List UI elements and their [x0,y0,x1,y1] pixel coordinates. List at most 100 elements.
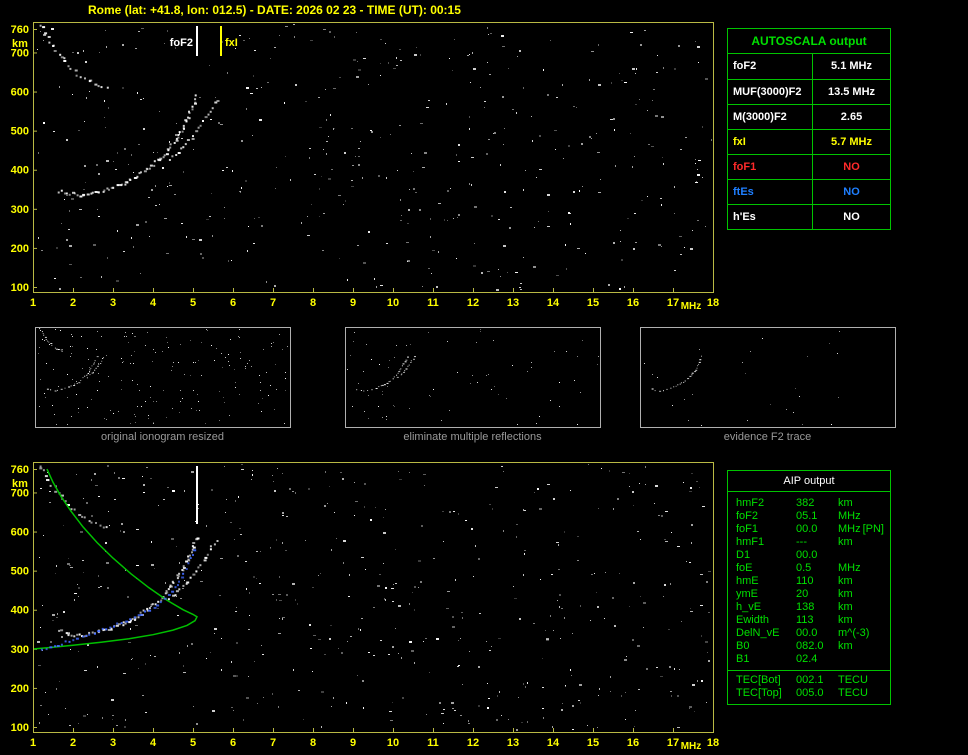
svg-text:8: 8 [310,297,316,309]
aip-tec-rows: TEC[Bot]002.1TECUTEC[Top]005.0TECU [728,670,890,704]
svg-text:600: 600 [11,527,29,539]
svg-text:9: 9 [350,297,356,309]
svg-text:fxI: fxI [225,37,238,49]
svg-text:100: 100 [11,722,29,734]
svg-text:200: 200 [11,683,29,695]
svg-text:13: 13 [507,297,519,309]
svg-text:8: 8 [310,737,316,749]
svg-text:1: 1 [30,737,36,749]
svg-text:5: 5 [190,737,196,749]
svg-text:16: 16 [627,297,639,309]
aip-row-value: 138 [796,601,838,614]
svg-text:17: 17 [667,297,679,309]
aip-row-unit: MHz [838,562,890,575]
aip-row-hme: hmE110km [728,575,890,588]
autoscala-row-muf-3000-f2: MUF(3000)F213.5 MHz [728,79,890,104]
svg-text:3: 3 [110,737,116,749]
autoscala-row-value: 5.1 MHz [813,54,890,79]
aip-row-unit: TECU [838,687,890,700]
aip-row-hmf2: hmF2382km [728,497,890,510]
autoscala-output-rows: foF25.1 MHzMUF(3000)F213.5 MHzM(3000)F22… [728,54,890,229]
svg-text:600: 600 [11,87,29,99]
restored-f2-trace [41,549,196,650]
svg-text:km: km [12,478,28,490]
svg-text:14: 14 [547,737,560,749]
svg-text:200: 200 [11,243,29,255]
autoscala-row-h-es: h'EsNO [728,204,890,229]
aip-row-b0: B0082.0km [728,640,890,653]
multiple-reflection-trace [40,25,109,89]
aip-row-label: foF1 [736,523,796,536]
svg-text:2: 2 [70,737,76,749]
ionogram-axes-top: 123456789101112131415161718MHz7607006005… [11,23,719,313]
autoscala-row-label: foF2 [728,54,813,79]
svg-text:15: 15 [587,737,599,749]
f2-extraordinary-trace [169,100,220,161]
aip-row-note: [PN] [863,523,890,536]
svg-text:16: 16 [627,737,639,749]
aip-row-tec-top: TEC[Top]005.0TECU [728,687,890,700]
autoscala-row-label: MUF(3000)F2 [728,80,813,104]
aip-row-unit: km [838,536,890,549]
svg-text:9: 9 [350,737,356,749]
aip-row-ewidth: Ewidth113km [728,614,890,627]
autoscala-row-label: ftEs [728,180,813,204]
thumbnail-data-1 [38,328,288,425]
aip-row-h-ve: h_vE138km [728,601,890,614]
svg-text:14: 14 [547,297,560,309]
aip-row-label: hmF1 [736,536,796,549]
svg-text:5: 5 [190,297,196,309]
svg-text:7: 7 [270,737,276,749]
autoscala-row-value: 13.5 MHz [813,80,890,104]
aip-row-value: 00.0 [796,627,838,640]
autoscala-row-label: foF1 [728,155,813,179]
aip-row-unit [838,653,890,666]
autoscala-row-m-3000-f2: M(3000)F22.65 [728,104,890,129]
svg-text:km: km [12,38,28,50]
svg-text:4: 4 [150,737,157,749]
svg-text:760: 760 [11,24,29,36]
aip-row-value: 113 [796,614,838,627]
aip-output-panel: AIP output hmF2382kmfoF205.1MHzfoF100.0M… [727,470,891,705]
svg-text:500: 500 [11,126,29,138]
svg-text:12: 12 [467,297,479,309]
aip-row-foe: foE0.5MHz [728,562,890,575]
aip-row-label: ymE [736,588,796,601]
ionogram-data-top [37,24,713,291]
svg-text:7: 7 [270,297,276,309]
main-title: Rome (lat: +41.8, lon: 012.5) - DATE: 20… [88,3,461,17]
autoscala-row-label: M(3000)F2 [728,105,813,129]
svg-text:11: 11 [427,297,439,309]
aip-row-label: B1 [736,653,796,666]
autoscala-row-value: NO [813,205,890,229]
svg-text:10: 10 [387,737,399,749]
ionogram-data-bottom [31,464,711,731]
svg-text:6: 6 [230,737,236,749]
aip-row-value: 00.0 [796,549,838,562]
thumbnail-caption-1: original ionogram resized [35,431,290,443]
svg-text:10: 10 [387,297,399,309]
autoscala-row-label: h'Es [728,205,813,229]
aip-row-label: D1 [736,549,796,562]
svg-text:300: 300 [11,204,29,216]
svg-text:MHz: MHz [681,741,702,752]
aip-row-label: DelN_vE [736,627,796,640]
svg-text:3: 3 [110,297,116,309]
aip-row-value: 005.0 [796,687,838,700]
aip-row-value: 002.1 [796,674,838,687]
svg-text:2: 2 [70,297,76,309]
thumbnail-frame-2 [346,328,601,428]
autoscala-row-ftes: ftEsNO [728,179,890,204]
aip-row-tec-bot: TEC[Bot]002.1TECU [728,674,890,687]
aip-row-unit [838,549,890,562]
svg-text:15: 15 [587,297,599,309]
aip-row-unit: km [838,588,890,601]
aip-row-unit: km [838,614,890,627]
aip-row-value: 110 [796,575,838,588]
aip-row-unit: TECU [838,674,890,687]
autoscala-row-label: fxI [728,130,813,154]
svg-text:500: 500 [11,566,29,578]
aip-row-value: 382 [796,497,838,510]
aip-row-unit: MHz [838,523,863,536]
aip-row-yme: ymE20km [728,588,890,601]
